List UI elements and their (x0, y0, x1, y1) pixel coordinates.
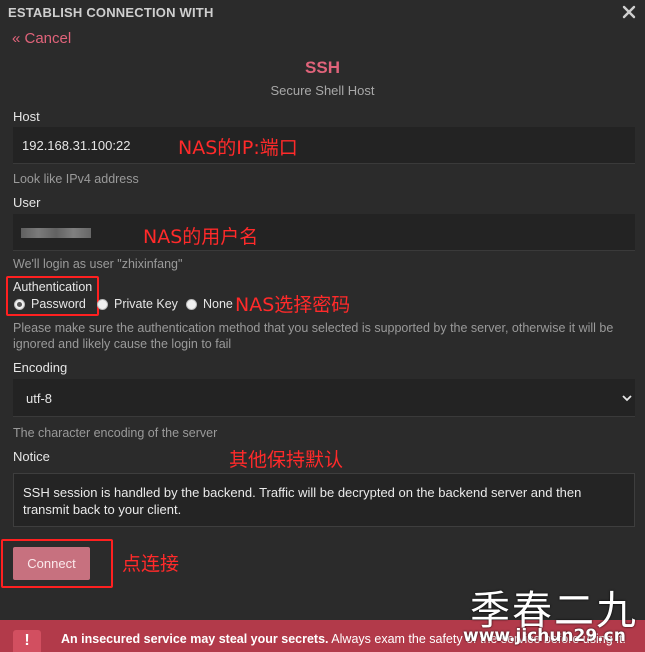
radio-none-label: None (203, 297, 233, 311)
watermark-url: www.jichun29.cn (463, 626, 626, 646)
annotation-connect: 点连接 (122, 553, 180, 575)
user-hint: We'll login as user "zhixinfang" (13, 257, 183, 271)
warning-icon: ! (13, 630, 41, 652)
auth-label: Authentication (13, 280, 93, 294)
dialog-title: ESTABLISH CONNECTION WITH (8, 5, 214, 20)
chevron-down-icon (622, 395, 632, 402)
encoding-select-value: utf-8 (26, 391, 53, 406)
annotation-auth: NAS选择密码 (235, 294, 351, 316)
radio-private-key-label: Private Key (114, 297, 178, 311)
close-icon[interactable] (621, 4, 637, 20)
user-label: User (13, 195, 41, 210)
auth-hint: Please make sure the authentication meth… (13, 321, 614, 351)
service-subtitle: Secure Shell Host (270, 83, 375, 98)
notice-box: SSH session is handled by the backend. T… (13, 473, 635, 527)
host-input-value: 192.168.31.100:22 (22, 138, 131, 153)
annotation-host: NAS的IP:端口 (178, 137, 298, 159)
radio-none[interactable] (186, 299, 197, 310)
host-input[interactable]: 192.168.31.100:22 (13, 127, 635, 164)
connect-button-label: Connect (27, 556, 76, 571)
host-label: Host (13, 109, 40, 124)
service-title: SSH (305, 58, 340, 77)
user-input[interactable] (13, 214, 635, 251)
redacted-username (21, 228, 91, 238)
notice-label: Notice (13, 449, 50, 464)
encoding-label: Encoding (13, 360, 68, 375)
encoding-select[interactable]: utf-8 (13, 379, 635, 417)
radio-private-key[interactable] (97, 299, 108, 310)
warning-bold-text: An insecured service may steal your secr… (61, 632, 329, 646)
notice-text: SSH session is handled by the backend. T… (23, 485, 582, 517)
annotation-user: NAS的用户名 (143, 226, 259, 248)
radio-password[interactable] (14, 299, 25, 310)
encoding-hint: The character encoding of the server (13, 426, 218, 440)
radio-password-label: Password (31, 297, 86, 311)
host-hint: Look like IPv4 address (13, 172, 139, 186)
annotation-other: 其他保持默认 (229, 449, 344, 471)
connect-button[interactable]: Connect (13, 547, 90, 580)
dialog-header: ESTABLISH CONNECTION WITH (0, 0, 645, 26)
cancel-link[interactable]: « Cancel (12, 30, 71, 47)
